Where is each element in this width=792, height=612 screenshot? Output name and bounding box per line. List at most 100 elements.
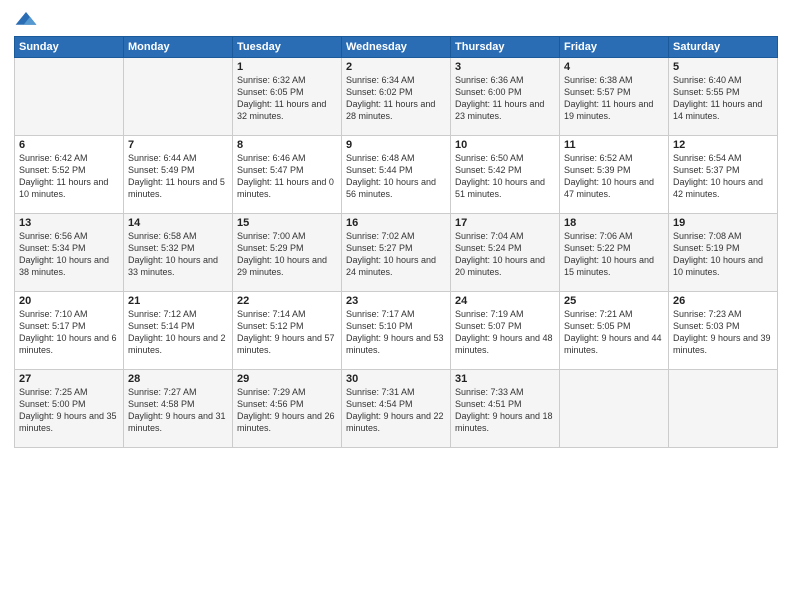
day-number: 2 xyxy=(346,61,446,73)
calendar-cell: 18Sunrise: 7:06 AMSunset: 5:22 PMDayligh… xyxy=(560,214,669,292)
day-number: 30 xyxy=(346,373,446,385)
day-info: Sunrise: 6:34 AMSunset: 6:02 PMDaylight:… xyxy=(346,74,446,123)
day-info: Sunrise: 6:36 AMSunset: 6:00 PMDaylight:… xyxy=(455,74,555,123)
day-info: Sunrise: 7:31 AMSunset: 4:54 PMDaylight:… xyxy=(346,386,446,435)
day-header-sunday: Sunday xyxy=(15,37,124,58)
day-number: 12 xyxy=(673,139,773,151)
day-number: 18 xyxy=(564,217,664,229)
calendar-cell: 24Sunrise: 7:19 AMSunset: 5:07 PMDayligh… xyxy=(451,292,560,370)
day-header-wednesday: Wednesday xyxy=(342,37,451,58)
day-info: Sunrise: 6:50 AMSunset: 5:42 PMDaylight:… xyxy=(455,152,555,201)
day-info: Sunrise: 6:48 AMSunset: 5:44 PMDaylight:… xyxy=(346,152,446,201)
day-info: Sunrise: 6:56 AMSunset: 5:34 PMDaylight:… xyxy=(19,230,119,279)
calendar-cell: 25Sunrise: 7:21 AMSunset: 5:05 PMDayligh… xyxy=(560,292,669,370)
day-number: 29 xyxy=(237,373,337,385)
day-number: 13 xyxy=(19,217,119,229)
calendar-cell: 19Sunrise: 7:08 AMSunset: 5:19 PMDayligh… xyxy=(669,214,778,292)
day-number: 31 xyxy=(455,373,555,385)
day-info: Sunrise: 7:23 AMSunset: 5:03 PMDaylight:… xyxy=(673,308,773,357)
calendar-cell: 10Sunrise: 6:50 AMSunset: 5:42 PMDayligh… xyxy=(451,136,560,214)
day-header-monday: Monday xyxy=(124,37,233,58)
day-info: Sunrise: 7:06 AMSunset: 5:22 PMDaylight:… xyxy=(564,230,664,279)
calendar-cell: 20Sunrise: 7:10 AMSunset: 5:17 PMDayligh… xyxy=(15,292,124,370)
calendar-cell: 7Sunrise: 6:44 AMSunset: 5:49 PMDaylight… xyxy=(124,136,233,214)
day-info: Sunrise: 7:14 AMSunset: 5:12 PMDaylight:… xyxy=(237,308,337,357)
calendar-cell xyxy=(124,58,233,136)
calendar-cell: 15Sunrise: 7:00 AMSunset: 5:29 PMDayligh… xyxy=(233,214,342,292)
calendar-cell: 11Sunrise: 6:52 AMSunset: 5:39 PMDayligh… xyxy=(560,136,669,214)
day-info: Sunrise: 7:04 AMSunset: 5:24 PMDaylight:… xyxy=(455,230,555,279)
day-number: 3 xyxy=(455,61,555,73)
logo xyxy=(14,10,42,30)
day-info: Sunrise: 6:44 AMSunset: 5:49 PMDaylight:… xyxy=(128,152,228,201)
day-number: 8 xyxy=(237,139,337,151)
day-header-friday: Friday xyxy=(560,37,669,58)
day-number: 4 xyxy=(564,61,664,73)
day-info: Sunrise: 6:40 AMSunset: 5:55 PMDaylight:… xyxy=(673,74,773,123)
calendar-cell: 22Sunrise: 7:14 AMSunset: 5:12 PMDayligh… xyxy=(233,292,342,370)
day-info: Sunrise: 6:58 AMSunset: 5:32 PMDaylight:… xyxy=(128,230,228,279)
calendar-cell: 29Sunrise: 7:29 AMSunset: 4:56 PMDayligh… xyxy=(233,370,342,448)
calendar-cell: 14Sunrise: 6:58 AMSunset: 5:32 PMDayligh… xyxy=(124,214,233,292)
day-number: 10 xyxy=(455,139,555,151)
day-number: 9 xyxy=(346,139,446,151)
day-info: Sunrise: 7:27 AMSunset: 4:58 PMDaylight:… xyxy=(128,386,228,435)
day-info: Sunrise: 6:38 AMSunset: 5:57 PMDaylight:… xyxy=(564,74,664,123)
day-number: 16 xyxy=(346,217,446,229)
day-number: 22 xyxy=(237,295,337,307)
calendar-cell: 23Sunrise: 7:17 AMSunset: 5:10 PMDayligh… xyxy=(342,292,451,370)
calendar-cell xyxy=(560,370,669,448)
week-row-2: 6Sunrise: 6:42 AMSunset: 5:52 PMDaylight… xyxy=(15,136,778,214)
day-number: 21 xyxy=(128,295,228,307)
calendar-cell: 2Sunrise: 6:34 AMSunset: 6:02 PMDaylight… xyxy=(342,58,451,136)
week-row-5: 27Sunrise: 7:25 AMSunset: 5:00 PMDayligh… xyxy=(15,370,778,448)
day-number: 1 xyxy=(237,61,337,73)
day-info: Sunrise: 6:42 AMSunset: 5:52 PMDaylight:… xyxy=(19,152,119,201)
calendar-cell: 13Sunrise: 6:56 AMSunset: 5:34 PMDayligh… xyxy=(15,214,124,292)
day-number: 27 xyxy=(19,373,119,385)
day-number: 6 xyxy=(19,139,119,151)
header xyxy=(14,10,778,30)
day-number: 26 xyxy=(673,295,773,307)
logo-icon xyxy=(14,10,38,30)
calendar-cell: 1Sunrise: 6:32 AMSunset: 6:05 PMDaylight… xyxy=(233,58,342,136)
day-info: Sunrise: 7:08 AMSunset: 5:19 PMDaylight:… xyxy=(673,230,773,279)
day-info: Sunrise: 6:32 AMSunset: 6:05 PMDaylight:… xyxy=(237,74,337,123)
day-number: 28 xyxy=(128,373,228,385)
day-number: 14 xyxy=(128,217,228,229)
day-info: Sunrise: 7:02 AMSunset: 5:27 PMDaylight:… xyxy=(346,230,446,279)
day-number: 19 xyxy=(673,217,773,229)
week-row-3: 13Sunrise: 6:56 AMSunset: 5:34 PMDayligh… xyxy=(15,214,778,292)
day-info: Sunrise: 7:19 AMSunset: 5:07 PMDaylight:… xyxy=(455,308,555,357)
day-header-tuesday: Tuesday xyxy=(233,37,342,58)
calendar-cell: 3Sunrise: 6:36 AMSunset: 6:00 PMDaylight… xyxy=(451,58,560,136)
day-header-thursday: Thursday xyxy=(451,37,560,58)
day-info: Sunrise: 7:21 AMSunset: 5:05 PMDaylight:… xyxy=(564,308,664,357)
calendar-cell: 5Sunrise: 6:40 AMSunset: 5:55 PMDaylight… xyxy=(669,58,778,136)
day-number: 17 xyxy=(455,217,555,229)
calendar-cell: 21Sunrise: 7:12 AMSunset: 5:14 PMDayligh… xyxy=(124,292,233,370)
day-info: Sunrise: 7:29 AMSunset: 4:56 PMDaylight:… xyxy=(237,386,337,435)
calendar-cell: 8Sunrise: 6:46 AMSunset: 5:47 PMDaylight… xyxy=(233,136,342,214)
day-info: Sunrise: 7:25 AMSunset: 5:00 PMDaylight:… xyxy=(19,386,119,435)
calendar-cell: 26Sunrise: 7:23 AMSunset: 5:03 PMDayligh… xyxy=(669,292,778,370)
calendar-cell: 4Sunrise: 6:38 AMSunset: 5:57 PMDaylight… xyxy=(560,58,669,136)
week-row-4: 20Sunrise: 7:10 AMSunset: 5:17 PMDayligh… xyxy=(15,292,778,370)
calendar-cell: 17Sunrise: 7:04 AMSunset: 5:24 PMDayligh… xyxy=(451,214,560,292)
day-info: Sunrise: 6:52 AMSunset: 5:39 PMDaylight:… xyxy=(564,152,664,201)
day-info: Sunrise: 7:33 AMSunset: 4:51 PMDaylight:… xyxy=(455,386,555,435)
day-info: Sunrise: 7:12 AMSunset: 5:14 PMDaylight:… xyxy=(128,308,228,357)
calendar-cell: 12Sunrise: 6:54 AMSunset: 5:37 PMDayligh… xyxy=(669,136,778,214)
calendar-cell: 31Sunrise: 7:33 AMSunset: 4:51 PMDayligh… xyxy=(451,370,560,448)
day-info: Sunrise: 7:10 AMSunset: 5:17 PMDaylight:… xyxy=(19,308,119,357)
calendar-cell: 27Sunrise: 7:25 AMSunset: 5:00 PMDayligh… xyxy=(15,370,124,448)
day-info: Sunrise: 7:17 AMSunset: 5:10 PMDaylight:… xyxy=(346,308,446,357)
week-row-1: 1Sunrise: 6:32 AMSunset: 6:05 PMDaylight… xyxy=(15,58,778,136)
day-info: Sunrise: 6:54 AMSunset: 5:37 PMDaylight:… xyxy=(673,152,773,201)
calendar-page: SundayMondayTuesdayWednesdayThursdayFrid… xyxy=(0,0,792,612)
calendar-cell: 9Sunrise: 6:48 AMSunset: 5:44 PMDaylight… xyxy=(342,136,451,214)
calendar-table: SundayMondayTuesdayWednesdayThursdayFrid… xyxy=(14,36,778,448)
day-number: 24 xyxy=(455,295,555,307)
calendar-cell xyxy=(15,58,124,136)
day-info: Sunrise: 6:46 AMSunset: 5:47 PMDaylight:… xyxy=(237,152,337,201)
